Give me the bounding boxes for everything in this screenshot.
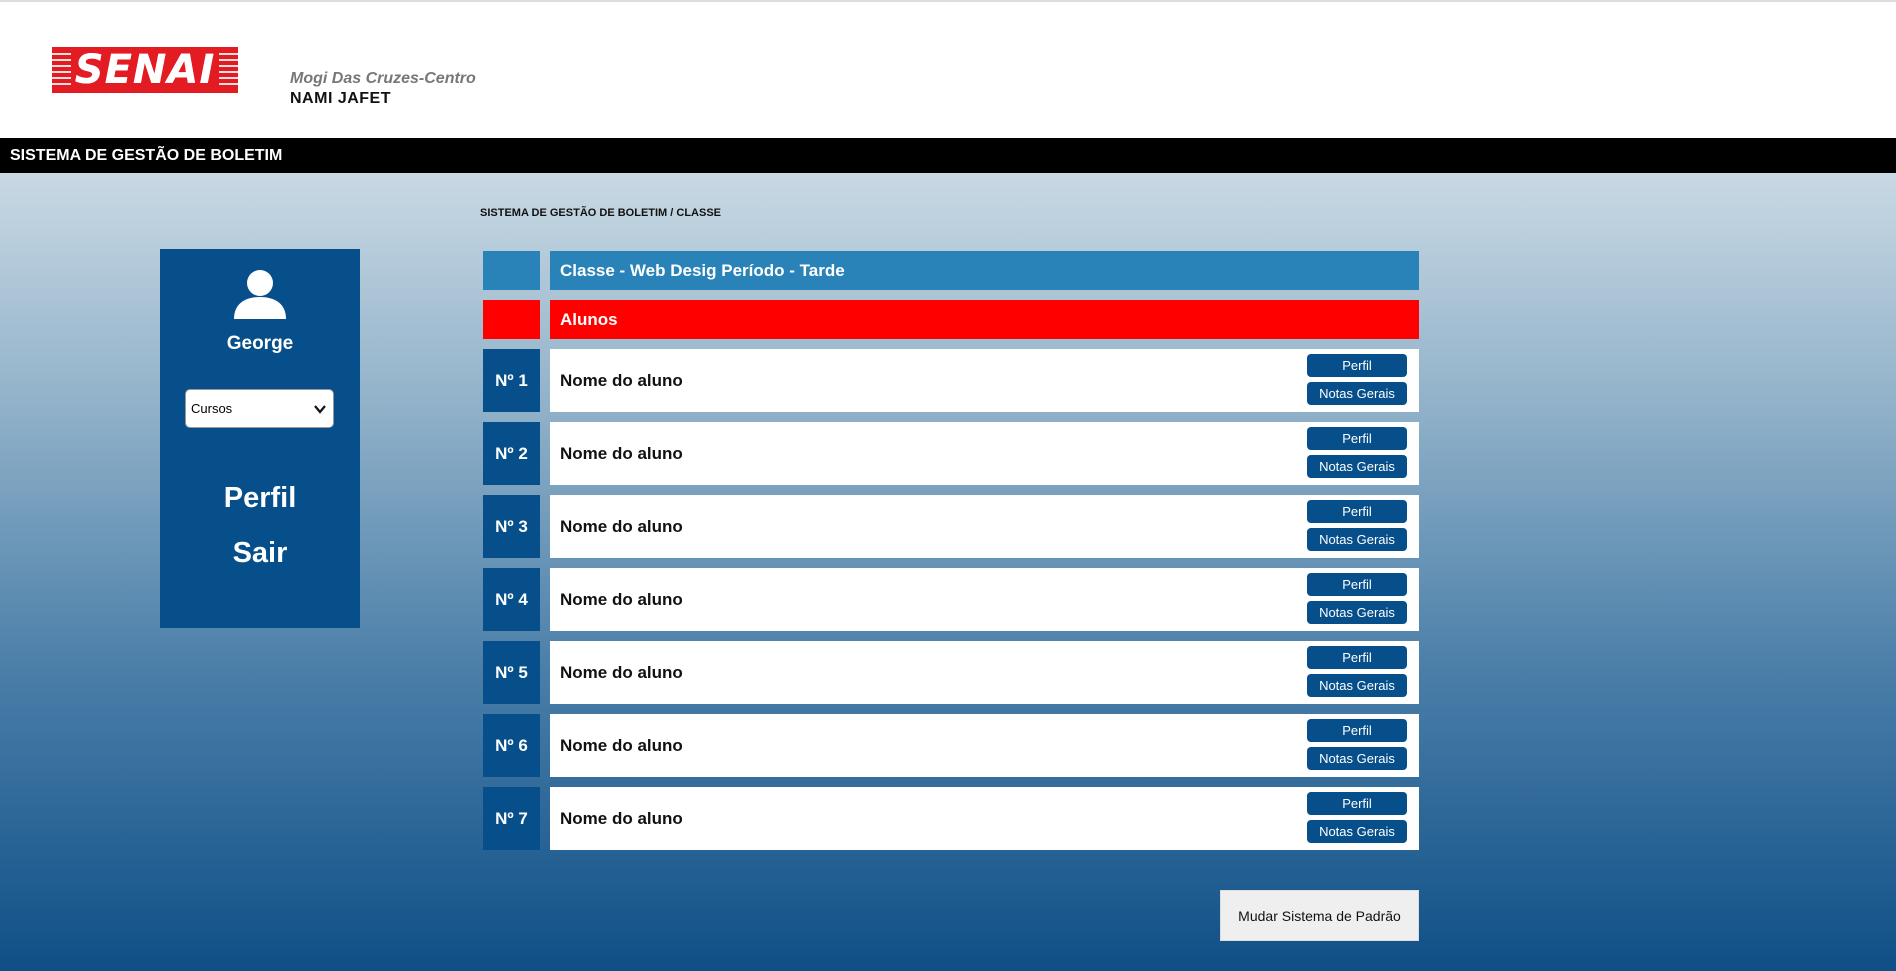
courses-select-value: Cursos: [191, 401, 233, 416]
unit-city: Mogi Das Cruzes-Centro: [290, 70, 476, 87]
logo-text: SENAI: [70, 50, 220, 90]
breadcrumb: SISTEMA DE GESTÃO DE BOLETIM / CLASSE: [480, 207, 722, 219]
user-icon: [234, 270, 286, 319]
student-row: Nº 1 Nome do aluno Perfil Notas Gerais: [483, 349, 1419, 412]
senai-logo: SENAI: [52, 47, 238, 93]
student-number: Nº 1: [483, 349, 540, 412]
student-grades-button[interactable]: Notas Gerais: [1307, 601, 1407, 624]
students-header-text: Alunos: [560, 309, 618, 329]
student-name: Nome do aluno: [560, 443, 683, 463]
student-profile-button[interactable]: Perfil: [1307, 500, 1407, 523]
sidebar-link-perfil[interactable]: Perfil: [160, 482, 360, 515]
student-profile-button[interactable]: Perfil: [1307, 427, 1407, 450]
student-grades-button[interactable]: Notas Gerais: [1307, 674, 1407, 697]
student-profile-button[interactable]: Perfil: [1307, 354, 1407, 377]
student-name: Nome do aluno: [560, 589, 683, 609]
sidebar-link-sair[interactable]: Sair: [160, 537, 360, 570]
chevron-down-icon: [314, 405, 326, 414]
student-cell: Nome do aluno Perfil Notas Gerais: [550, 349, 1419, 412]
student-number: Nº 2: [483, 422, 540, 485]
student-grades-button[interactable]: Notas Gerais: [1307, 820, 1407, 843]
student-number: Nº 7: [483, 787, 540, 850]
student-cell: Nome do aluno Perfil Notas Gerais: [550, 568, 1419, 631]
student-profile-button[interactable]: Perfil: [1307, 719, 1407, 742]
system-title-bar: SISTEMA DE GESTÃO DE BOLETIM: [0, 138, 1896, 173]
student-name: Nome do aluno: [560, 808, 683, 828]
site-header: SENAI Mogi Das Cruzes-Centro NAMI JAFET: [0, 2, 1896, 138]
student-cell: Nome do aluno Perfil Notas Gerais: [550, 714, 1419, 777]
student-row: Nº 7 Nome do aluno Perfil Notas Gerais: [483, 787, 1419, 850]
student-profile-button[interactable]: Perfil: [1307, 792, 1407, 815]
student-number: Nº 3: [483, 495, 540, 558]
class-header-row: Classe - Web Desig Período - Tarde: [483, 251, 1419, 290]
courses-select[interactable]: Cursos: [185, 389, 334, 428]
student-grades-button[interactable]: Notas Gerais: [1307, 528, 1407, 551]
class-header-text: Classe - Web Desig Período - Tarde: [560, 260, 845, 280]
student-row: Nº 5 Nome do aluno Perfil Notas Gerais: [483, 641, 1419, 704]
main-area: SISTEMA DE GESTÃO DE BOLETIM / CLASSE Ge…: [0, 173, 1896, 971]
student-cell: Nome do aluno Perfil Notas Gerais: [550, 641, 1419, 704]
student-name: Nome do aluno: [560, 516, 683, 536]
students-header-marker: [483, 300, 540, 339]
student-profile-button[interactable]: Perfil: [1307, 646, 1407, 669]
student-number: Nº 5: [483, 641, 540, 704]
student-cell: Nome do aluno Perfil Notas Gerais: [550, 787, 1419, 850]
student-row: Nº 2 Nome do aluno Perfil Notas Gerais: [483, 422, 1419, 485]
student-grades-button[interactable]: Notas Gerais: [1307, 455, 1407, 478]
student-number: Nº 4: [483, 568, 540, 631]
students-header-row: Alunos: [483, 300, 1419, 339]
system-title: SISTEMA DE GESTÃO DE BOLETIM: [10, 146, 283, 164]
class-header-cell: Classe - Web Desig Período - Tarde: [550, 251, 1419, 290]
student-cell: Nome do aluno Perfil Notas Gerais: [550, 422, 1419, 485]
unit-name: NAMI JAFET: [290, 90, 391, 107]
student-name: Nome do aluno: [560, 370, 683, 390]
student-row: Nº 3 Nome do aluno Perfil Notas Gerais: [483, 495, 1419, 558]
student-grades-button[interactable]: Notas Gerais: [1307, 382, 1407, 405]
student-name: Nome do aluno: [560, 735, 683, 755]
change-system-button[interactable]: Mudar Sistema de Padrão: [1220, 890, 1419, 941]
student-grades-button[interactable]: Notas Gerais: [1307, 747, 1407, 770]
sidebar: George Cursos Perfil Sair: [160, 249, 360, 628]
student-cell: Nome do aluno Perfil Notas Gerais: [550, 495, 1419, 558]
class-header-marker: [483, 251, 540, 290]
student-profile-button[interactable]: Perfil: [1307, 573, 1407, 596]
student-name: Nome do aluno: [560, 662, 683, 682]
student-number: Nº 6: [483, 714, 540, 777]
user-name: George: [226, 333, 294, 354]
student-row: Nº 4 Nome do aluno Perfil Notas Gerais: [483, 568, 1419, 631]
students-header-cell: Alunos: [550, 300, 1419, 339]
student-row: Nº 6 Nome do aluno Perfil Notas Gerais: [483, 714, 1419, 777]
